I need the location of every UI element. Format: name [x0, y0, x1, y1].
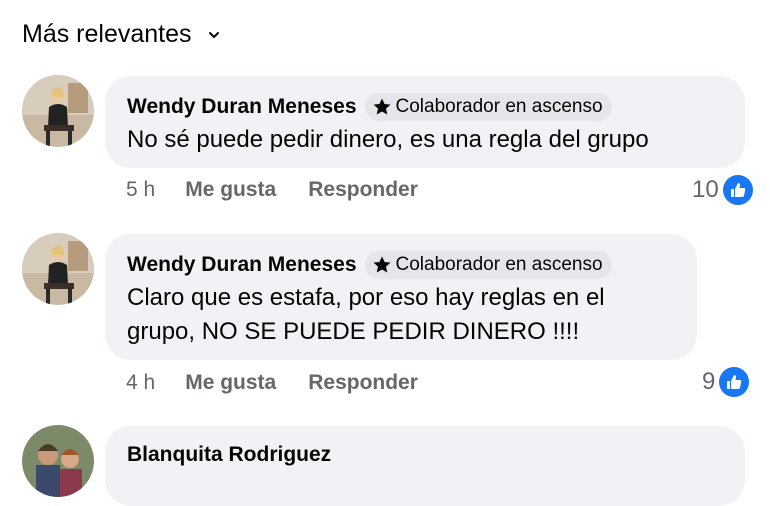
reaction-summary[interactable]: 9 [702, 367, 750, 397]
comment-text: Claro que es estafa, por eso hay reglas … [127, 284, 605, 345]
reply-button[interactable]: Responder [308, 371, 418, 395]
avatar[interactable] [22, 233, 94, 305]
comment-text: No sé puede pedir dinero, es una regla d… [127, 126, 649, 153]
contributor-badge[interactable]: Colaborador en ascenso [364, 93, 612, 121]
comment-author[interactable]: Wendy Duran Meneses [127, 95, 357, 119]
reaction-summary[interactable]: 10 [692, 175, 753, 205]
like-button[interactable]: Me gusta [185, 371, 276, 395]
comment-timestamp[interactable]: 5 h [126, 178, 155, 202]
comment-author[interactable]: Blanquita Rodriguez [127, 443, 331, 467]
badge-label: Colaborador en ascenso [395, 254, 603, 275]
avatar[interactable] [22, 75, 94, 147]
reply-button[interactable]: Responder [308, 178, 418, 202]
like-reaction-icon [722, 175, 753, 205]
chevron-down-icon [208, 31, 219, 38]
comment-timestamp[interactable]: 4 h [126, 371, 155, 395]
star-icon [373, 256, 391, 273]
star-icon [373, 98, 391, 115]
reaction-count: 10 [692, 176, 719, 203]
sort-label: Más relevantes [22, 20, 192, 48]
like-reaction-icon [719, 367, 750, 397]
comment-author[interactable]: Wendy Duran Meneses [127, 253, 357, 277]
like-button[interactable]: Me gusta [185, 178, 276, 202]
badge-label: Colaborador en ascenso [395, 96, 603, 117]
avatar[interactable] [22, 425, 94, 497]
comment-bubble: Wendy Duran Meneses Colaborador en ascen… [105, 234, 697, 360]
reaction-count: 9 [702, 368, 716, 395]
contributor-badge[interactable]: Colaborador en ascenso [364, 251, 612, 279]
comment-bubble: Blanquita Rodriguez [105, 426, 745, 506]
comment-bubble: Wendy Duran Meneses Colaborador en ascen… [105, 76, 745, 168]
sort-dropdown[interactable]: Más relevantes [22, 20, 222, 49]
